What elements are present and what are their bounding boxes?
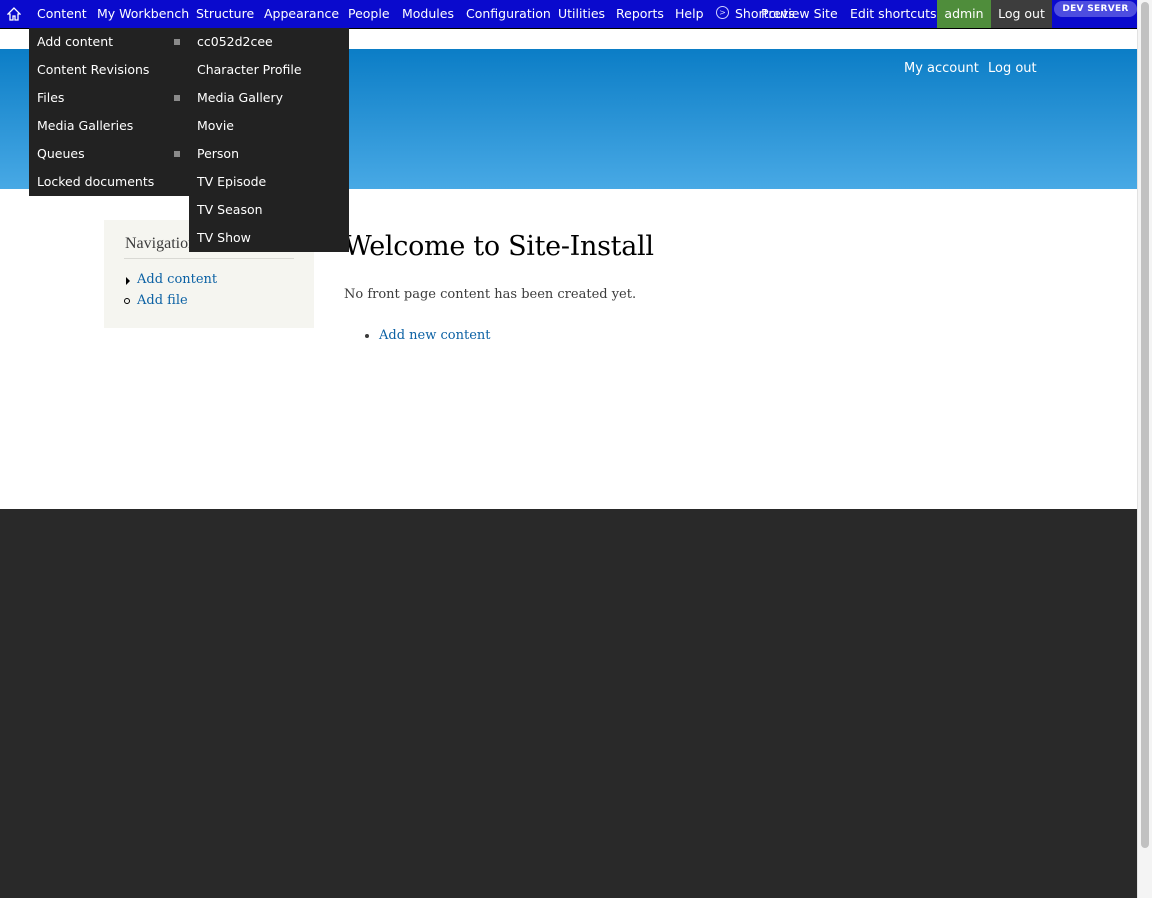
toolbar-item-modules[interactable]: Modules (402, 0, 454, 28)
nav-link-add-content[interactable]: Add content (137, 272, 217, 287)
toolbar-item-appearance[interactable]: Appearance (264, 0, 339, 28)
menu-item-content-revisions[interactable]: Content Revisions (37, 56, 149, 84)
toolbar-item-reports[interactable]: Reports (616, 0, 664, 28)
add-new-content-link[interactable]: Add new content (379, 328, 490, 343)
leaf-bullet-icon (124, 298, 130, 304)
toolbar-item-my-workbench[interactable]: My Workbench (97, 0, 189, 28)
toolbar-item-configuration[interactable]: Configuration (466, 0, 551, 28)
scrollbar-thumb[interactable] (1141, 2, 1149, 848)
nav-link-add-file[interactable]: Add file (137, 293, 188, 308)
collapsed-arrow-icon (126, 277, 130, 285)
menu-item-queues[interactable]: Queues (37, 140, 85, 168)
toolbar-item-help[interactable]: Help (675, 0, 704, 28)
menu-item-media-galleries[interactable]: Media Galleries (37, 112, 133, 140)
toolbar-logout-button[interactable]: Log out (991, 0, 1052, 28)
add-content-submenu: cc052d2cee Character Profile Media Galle… (189, 28, 349, 252)
submenu-item-media-gallery[interactable]: Media Gallery (197, 84, 283, 112)
submenu-item-cc052d2cee[interactable]: cc052d2cee (197, 28, 273, 56)
site-footer (0, 509, 1137, 898)
submenu-item-person[interactable]: Person (197, 140, 239, 168)
submenu-indicator-icon (174, 95, 180, 101)
submenu-item-movie[interactable]: Movie (197, 112, 234, 140)
toolbar-item-utilities[interactable]: Utilities (558, 0, 605, 28)
content-dropdown-menu: Add content Content Revisions Files Medi… (29, 28, 192, 196)
my-account-link[interactable]: My account (904, 61, 979, 76)
submenu-item-character-profile[interactable]: Character Profile (197, 56, 302, 84)
environment-badge: DEV SERVER (1054, 1, 1137, 17)
submenu-indicator-icon (174, 39, 180, 45)
edit-shortcuts-link[interactable]: Edit shortcuts (850, 0, 937, 28)
menu-item-add-content[interactable]: Add content (37, 28, 113, 56)
toolbar-item-content[interactable]: Content (37, 0, 87, 28)
shortcuts-toggle-icon[interactable]: > (716, 6, 729, 19)
submenu-item-tv-show[interactable]: TV Show (197, 224, 251, 252)
home-icon[interactable] (7, 7, 21, 21)
header-logout-link[interactable]: Log out (988, 61, 1037, 76)
admin-toolbar: Content My Workbench Structure Appearanc… (0, 0, 1152, 29)
navigation-title: Navigation (125, 235, 197, 252)
list-bullet-icon (365, 334, 369, 338)
menu-item-locked-documents[interactable]: Locked documents (37, 168, 154, 196)
shortcut-preview-site[interactable]: Preview Site (761, 0, 838, 28)
submenu-item-tv-episode[interactable]: TV Episode (197, 168, 266, 196)
empty-front-page-text: No front page content has been created y… (344, 287, 637, 302)
page-title: Welcome to Site-Install (344, 231, 654, 262)
submenu-indicator-icon (174, 151, 180, 157)
toolbar-item-people[interactable]: People (348, 0, 390, 28)
vertical-scrollbar[interactable] (1137, 0, 1152, 898)
user-account-button[interactable]: admin (937, 0, 991, 28)
menu-item-files[interactable]: Files (37, 84, 64, 112)
toolbar-item-structure[interactable]: Structure (196, 0, 254, 28)
submenu-item-tv-season[interactable]: TV Season (197, 196, 263, 224)
navigation-divider (124, 258, 294, 259)
